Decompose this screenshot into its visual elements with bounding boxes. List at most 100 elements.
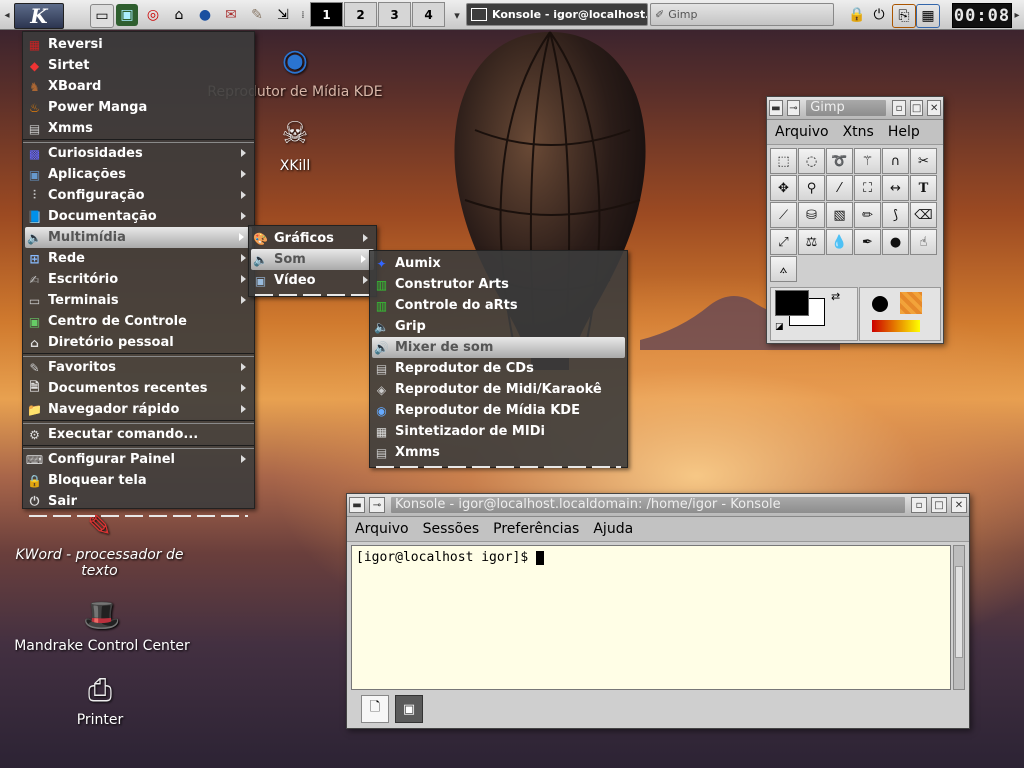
menu-item-xmms[interactable]: ▤ Xmms (23, 118, 254, 139)
menu-item-xmms-som[interactable]: ▤ Xmms (370, 442, 627, 463)
scrollbar-thumb[interactable] (955, 566, 963, 658)
desktop-icon-mandrake-control[interactable]: 🎩 Mandrake Control Center (2, 592, 202, 655)
airbrush-tool-icon[interactable]: ⤢ (770, 229, 797, 255)
menu-item-sintetizador-midi[interactable]: ▦ Sintetizador de MIDi (370, 421, 627, 442)
bezier-tool-icon[interactable]: ∩ (882, 148, 909, 174)
bucket-fill-tool-icon[interactable]: ⛁ (798, 202, 825, 228)
panel-clock[interactable]: 00:08 (952, 3, 1012, 28)
menu-item-documentacao[interactable]: 📘 Documentação (23, 206, 254, 227)
menu-item-multimidia[interactable]: 🔈 Multimídia (25, 227, 252, 248)
pencil-tool-icon[interactable]: ✏ (854, 202, 881, 228)
menu-item-video[interactable]: ▣ Vídeo (249, 270, 376, 291)
menu-item-curiosidades[interactable]: ▩ Curiosidades (23, 143, 254, 164)
fg-bg-color-area[interactable]: ⇄ ◪ (770, 287, 858, 341)
menu-item-aumix[interactable]: ✦ Aumix (370, 253, 627, 274)
gradient-preview[interactable] (872, 320, 920, 332)
window-menu-button[interactable]: ▬ (349, 497, 365, 513)
menu-item-sirtet[interactable]: ◆ Sirtet (23, 55, 254, 76)
default-colors-icon[interactable]: ◪ (775, 322, 784, 332)
menu-item-reprodutor-midia-kde[interactable]: ◉ Reprodutor de Mídia KDE (370, 400, 627, 421)
close-button[interactable]: ✕ (951, 497, 967, 513)
menu-item-diretorio-pessoal[interactable]: ⌂ Diretório pessoal (23, 332, 254, 353)
k-menu-button[interactable]: K (14, 3, 64, 29)
menu-item-som[interactable]: 🔈 Som (251, 249, 374, 270)
magic-wand-tool-icon[interactable]: ⚚ (854, 148, 881, 174)
lock-icon[interactable]: 🔒 (846, 4, 868, 26)
menu-item-executar-comando[interactable]: ⚙ Executar comando... (23, 424, 254, 445)
menu-item-reversi[interactable]: ▦ Reversi (23, 34, 254, 55)
scissors-tool-icon[interactable]: ✂ (910, 148, 937, 174)
clone-tool-icon[interactable]: ⚖ (798, 229, 825, 255)
minimize-button[interactable]: ▫ (911, 497, 927, 513)
crop-tool-icon[interactable]: ⛶ (854, 175, 881, 201)
paintbrush-tool-icon[interactable]: ⟆ (882, 202, 909, 228)
measure-compass-tool-icon[interactable]: ⟑ (770, 256, 797, 282)
tear-off-handle[interactable] (376, 466, 621, 468)
help-lifebuoy-icon[interactable]: ◎ (142, 4, 164, 26)
window-menu-button[interactable]: ▬ (769, 100, 783, 116)
zoom-tool-icon[interactable]: ⚲ (798, 175, 825, 201)
edit-icon[interactable]: ✎ (246, 4, 268, 26)
maximize-button[interactable]: □ (931, 497, 947, 513)
clipboard-icon[interactable]: ⎘ (892, 4, 916, 28)
menu-item-controle-arts[interactable]: ▥ Controle do aRts (370, 295, 627, 316)
menu-item-navegador-rapido[interactable]: 📁 Navegador rápido (23, 399, 254, 420)
menu-item-bloquear-tela[interactable]: 🔒 Bloquear tela (23, 470, 254, 491)
blend-tool-icon[interactable]: ▧ (826, 202, 853, 228)
menu-item-centro-controle[interactable]: ▣ Centro de Controle (23, 311, 254, 332)
menu-item-mixer-de-som[interactable]: 🔊 Mixer de som (372, 337, 625, 358)
pager-desktop-2[interactable]: 2 (344, 2, 377, 27)
menu-item-favoritos[interactable]: ✎ Favoritos (23, 357, 254, 378)
transform-tool-icon[interactable]: ↔ (882, 175, 909, 201)
menu-item-grip[interactable]: 🔈 Grip (370, 316, 627, 337)
menu-item-configurar-painel[interactable]: ⌨ Configurar Painel (23, 449, 254, 470)
menu-item-reprodutor-cds[interactable]: ▤ Reprodutor de CDs (370, 358, 627, 379)
task-konsole[interactable]: Konsole - igor@localhost.loc (466, 3, 648, 26)
measure-tool-icon[interactable]: ⁄ (826, 175, 853, 201)
pin-button[interactable]: ⊸ (369, 497, 385, 513)
konsole-menu-preferencias[interactable]: Preferências (493, 521, 579, 537)
minimize-button[interactable]: ▫ (892, 100, 906, 116)
smudge-tool-icon[interactable]: ☝ (910, 229, 937, 255)
mail-icon[interactable]: ✉ (220, 4, 242, 26)
rect-select-tool-icon[interactable]: ⬚ (770, 148, 797, 174)
konsole-menu-ajuda[interactable]: Ajuda (593, 521, 633, 537)
gimp-menu-xtns[interactable]: Xtns (843, 124, 874, 140)
gimp-menu-help[interactable]: Help (888, 124, 920, 140)
power-icon[interactable]: ⏻ (868, 4, 890, 26)
taskbar-menu-arrow[interactable]: ▾ (452, 3, 462, 27)
terminal-area[interactable]: [igor@localhost igor]$ (351, 545, 951, 690)
menu-item-xboard[interactable]: ♞ XBoard (23, 76, 254, 97)
panel-hide-right-arrow[interactable]: ▸ (1012, 3, 1022, 27)
menu-item-escritorio[interactable]: ✍ Escritório (23, 269, 254, 290)
pager-desktop-3[interactable]: 3 (378, 2, 411, 27)
maximize-button[interactable]: □ (909, 100, 924, 116)
text-tool-icon[interactable]: T (910, 175, 937, 201)
foreground-color-swatch[interactable] (775, 290, 809, 316)
session-shell-icon[interactable]: ▣ (395, 695, 423, 723)
konsole-menu-sessoes[interactable]: Sessões (423, 521, 480, 537)
tear-off-handle[interactable] (255, 294, 370, 296)
pager-desktop-1[interactable]: 1 (310, 2, 343, 27)
konsole-titlebar[interactable]: ▬ ⊸ Konsole - igor@localhost.localdomain… (347, 494, 969, 517)
window-list-icon[interactable]: ⇲ (272, 4, 294, 26)
swap-colors-icon[interactable]: ⇄ (831, 290, 840, 303)
menu-item-terminais[interactable]: ▭ Terminais (23, 290, 254, 311)
desktop-icon-printer[interactable]: ⎙ Printer (60, 668, 140, 729)
gimp-titlebar[interactable]: ▬ ⊸ Gimp ▫ □ ✕ (767, 97, 943, 120)
blur-tool-icon[interactable]: 💧 (826, 229, 853, 255)
panel-hide-left-arrow[interactable]: ◂ (2, 3, 12, 27)
konsole-menu-arquivo[interactable]: Arquivo (355, 521, 409, 537)
menu-item-aplicacoes[interactable]: ▣ Aplicações (23, 164, 254, 185)
menu-item-power-manga[interactable]: ♨ Power Manga (23, 97, 254, 118)
tear-off-handle[interactable] (29, 515, 248, 517)
home-icon[interactable]: ⌂ (168, 4, 190, 26)
dodge-burn-tool-icon[interactable]: ● (882, 229, 909, 255)
move-tool-icon[interactable]: ✥ (770, 175, 797, 201)
menu-item-graficos[interactable]: 🎨 Gráficos (249, 228, 376, 249)
menu-item-sair[interactable]: ⏻ Sair (23, 491, 254, 512)
globe-icon[interactable]: ● (194, 4, 216, 26)
terminal-icon[interactable]: ▣ (116, 4, 138, 26)
brush-preview[interactable] (872, 296, 888, 312)
menu-item-configuracao[interactable]: ⫶ Configuração (23, 185, 254, 206)
